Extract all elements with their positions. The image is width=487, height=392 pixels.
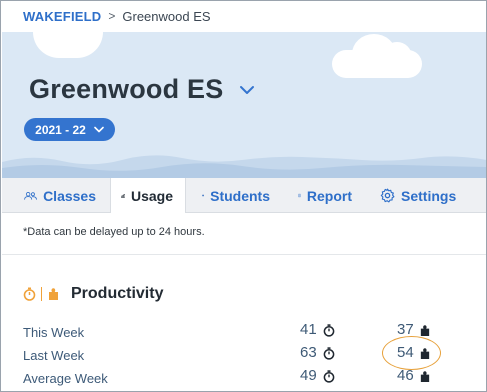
report-icon <box>298 193 301 198</box>
page-frame: WAKEFIELD > Greenwood ES Greenwood ES 20… <box>0 0 487 392</box>
time-value: 41 <box>300 321 317 338</box>
icon-separator <box>41 287 42 301</box>
chevron-down-icon <box>94 126 104 133</box>
productivity-header: Productivity <box>23 285 163 303</box>
row-label: This Week <box>23 325 85 340</box>
tab-label: Students <box>210 187 270 204</box>
users-icon <box>24 191 37 200</box>
tab-students[interactable]: Students <box>186 178 284 213</box>
breadcrumb-separator: > <box>108 9 116 23</box>
gear-icon <box>380 188 395 203</box>
school-year-label: 2021 - 22 <box>35 122 86 137</box>
productivity-row: Average Week 49 46 <box>23 367 463 387</box>
stopwatch-icon <box>323 347 335 360</box>
tab-usage[interactable]: Usage <box>110 178 186 213</box>
puzzle-piece-icon <box>420 371 430 383</box>
tab-settings[interactable]: Settings <box>366 178 486 213</box>
section-title: Productivity <box>71 285 164 302</box>
tab-classes[interactable]: Classes <box>2 178 110 213</box>
header-banner: Greenwood ES 2021 - 22 <box>2 32 486 178</box>
row-label: Last Week <box>23 348 85 363</box>
chevron-down-icon[interactable] <box>239 84 255 96</box>
stopwatch-icon <box>323 324 335 337</box>
puzzle-piece-icon <box>420 325 430 337</box>
tab-label: Report <box>306 187 352 204</box>
tab-label: Usage <box>130 187 173 204</box>
time-value: 49 <box>300 367 317 384</box>
stopwatch-icon <box>323 370 335 383</box>
tab-label: Settings <box>401 187 457 204</box>
stopwatch-icon <box>23 287 36 301</box>
data-delay-note: *Data can be delayed up to 24 hours. <box>23 226 205 238</box>
puzzle-piece-icon <box>49 288 58 300</box>
cloud-decoration <box>33 32 103 58</box>
tab-report[interactable]: Report <box>284 178 366 213</box>
bar-chart-icon <box>121 193 125 198</box>
school-title-row[interactable]: Greenwood ES <box>29 74 255 105</box>
row-label: Average Week <box>23 371 108 386</box>
tab-bar: Classes Usage Students Report Settings <box>2 178 486 213</box>
tab-label: Classes <box>43 187 96 204</box>
school-year-dropdown[interactable]: 2021 - 22 <box>24 118 115 141</box>
cloud-decoration <box>332 34 422 78</box>
section-divider <box>2 254 486 255</box>
smiley-face-icon <box>202 194 204 197</box>
breadcrumb-current: Greenwood ES <box>122 8 211 24</box>
highlight-circle <box>382 336 441 370</box>
breadcrumb-district-link[interactable]: WAKEFIELD <box>23 9 101 24</box>
breadcrumb: WAKEFIELD > Greenwood ES <box>23 8 211 24</box>
page-title: Greenwood ES <box>29 74 224 104</box>
wave-decoration <box>2 155 486 178</box>
time-value: 63 <box>300 344 317 361</box>
